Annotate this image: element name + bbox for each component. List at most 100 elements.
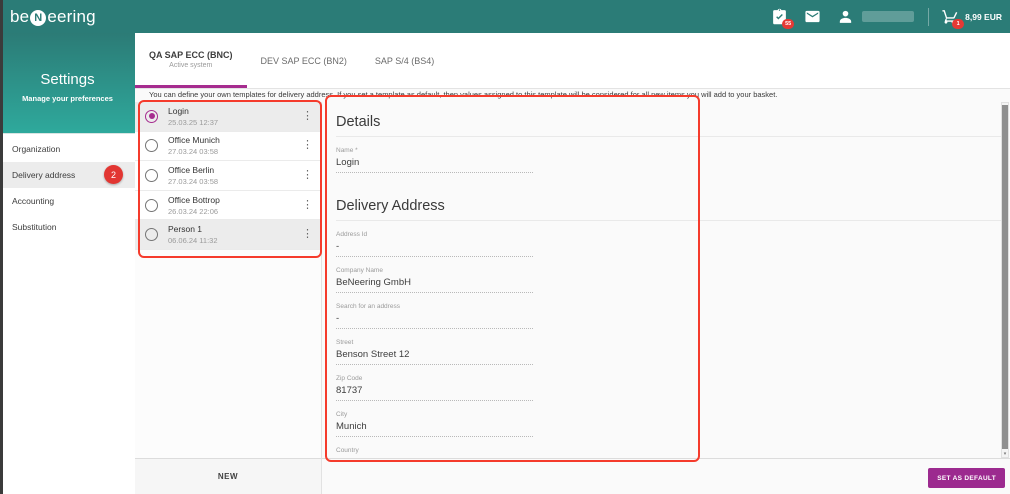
field-value-input[interactable]: - [336,238,533,257]
radio-button[interactable] [145,198,158,212]
tab-label: DEV SAP ECC (BN2) [260,55,347,66]
address-list-item[interactable]: Login 25.03.25 12:37 ⋮ [135,102,321,132]
scrollbar-down-arrow[interactable]: ▾ [1002,451,1008,457]
system-tab[interactable]: QA SAP ECC (BNC) Active system [135,33,247,88]
top-navigation-bar: be N eering 55 1 8,99 EUR [0,0,1010,33]
system-tab[interactable]: SAP S/4 (BS4) [361,33,448,88]
form-field: Country [336,447,533,458]
envelope-icon [805,10,820,23]
new-button[interactable]: NEW [212,471,244,482]
field-label: City [336,411,348,418]
details-section-title: Details [336,102,1001,137]
field-label: Country [336,447,359,454]
details-fields: Name * Login [336,147,1001,173]
address-date: 25.03.25 12:37 [168,117,219,127]
app-window: be N eering 55 1 8,99 EUR Settings Manag… [0,0,1010,494]
tasks-button[interactable]: 55 [771,8,795,29]
sidebar-item[interactable]: Organization [0,136,135,162]
more-options-icon[interactable]: ⋮ [302,169,313,181]
sidebar-item-label: Substitution [12,222,57,232]
window-left-edge [0,0,3,494]
page-title: Settings [40,71,95,88]
address-name: Person 1 [168,224,203,235]
radio-button[interactable] [145,168,158,182]
details-panel: Details Name * Login Delivery Address Ad… [323,102,1001,458]
list-actions: NEW [135,458,322,494]
more-options-icon[interactable]: ⋮ [302,140,313,151]
address-list-item[interactable]: Office Bottrop 26.03.24 22:06 ⋮ [135,190,321,221]
address-date: 06.06.24 11:32 [168,236,218,246]
field-value-input[interactable]: Benson Street 12 [336,346,533,365]
set-as-default-button[interactable]: SET AS DEFAULT [928,468,1005,488]
tab-sublabel: Active system [169,61,213,69]
address-date: 26.03.24 22:06 [168,206,219,216]
scrollbar-thumb[interactable] [1002,105,1008,449]
sidebar-item[interactable]: Substitution [0,214,135,240]
settings-header: Settings Manage your preferences [0,33,135,134]
field-label: Search for an address [336,303,400,310]
more-options-icon[interactable]: ⋮ [302,199,313,211]
more-options-icon[interactable]: ⋮ [302,229,313,240]
field-value-input[interactable]: Munich [336,418,533,437]
radio-button[interactable] [145,228,158,242]
form-field: Name * Login [336,147,533,173]
field-label: Company Name [336,267,383,274]
field-value-input[interactable]: Login [336,154,533,173]
address-name: Office Berlin [168,164,215,175]
form-field: Zip Code 81737 [336,375,533,401]
address-list-item[interactable]: Office Berlin 27.03.24 03:58 ⋮ [135,161,321,191]
form-field: Search for an address - [336,303,533,329]
cart-badge: 1 [952,19,965,29]
sidebar-item-label: Delivery address [12,170,76,180]
address-template-list: Login 25.03.25 12:37 ⋮ Office Munich 27.… [135,102,322,458]
page-subtitle: Manage your preferences [22,94,113,103]
cart-total[interactable]: 8,99 EUR [965,12,1002,22]
field-value-input[interactable]: BeNeering GmbH [336,274,533,293]
username-redacted [862,11,915,22]
system-tab[interactable]: DEV SAP ECC (BN2) [247,33,361,88]
topbar-actions: 55 1 8,99 EUR [755,7,1010,29]
account-button[interactable] [837,8,854,25]
address-name: Office Munich [168,135,220,146]
delivery-address-section-title: Delivery Address [336,186,1001,221]
messages-button[interactable] [804,8,821,25]
logo-text-post: eering [47,6,96,26]
radio-button[interactable] [145,109,158,123]
tab-label: QA SAP ECC (BNC) [149,49,233,60]
radio-button[interactable] [145,139,158,153]
settings-menu: Organization Delivery address Accounting… [0,136,135,240]
logo-text-pre: be [10,6,30,26]
more-options-icon[interactable]: ⋮ [302,110,313,122]
field-label: Street [336,339,354,346]
form-field: City Munich [336,411,533,437]
cart-button[interactable]: 1 [941,8,965,29]
delivery-address-fields: Address Id - Company Name BeNeering GmbH… [336,231,1001,458]
address-date: 27.03.24 03:58 [168,147,219,157]
sidebar-item-label: Organization [12,144,61,154]
tab-label: SAP S/4 (BS4) [374,55,435,66]
beneering-logo[interactable]: be N eering [10,7,96,27]
annotation-badge-2: 2 [104,165,123,184]
field-value-input[interactable]: - [336,310,533,329]
settings-sidebar: Settings Manage your preferences Organiz… [0,33,135,494]
sidebar-item[interactable]: Accounting [0,188,135,214]
system-tabs: QA SAP ECC (BNC) Active system DEV SAP E… [135,33,1010,89]
address-list-item[interactable]: Person 1 06.06.24 11:32 ⋮ [135,220,321,250]
details-actions: SET AS DEFAULT [322,458,1010,494]
form-field: Company Name BeNeering GmbH [336,267,533,293]
address-name: Office Bottrop [168,194,220,205]
field-label: Zip Code [336,375,363,382]
vertical-scrollbar[interactable]: ▾ [1001,102,1009,458]
field-label: Address Id [336,231,368,238]
bottom-action-bar: NEW SET AS DEFAULT [135,458,1010,494]
person-icon [839,10,852,23]
form-field: Street Benson Street 12 [336,339,533,365]
sidebar-item-label: Accounting [12,196,55,206]
form-field: Address Id - [336,231,533,257]
field-value-input[interactable]: 81737 [336,382,533,401]
address-name: Login [168,105,189,116]
topbar-divider [928,7,930,26]
tasks-badge: 55 [782,19,795,29]
address-list-item[interactable]: Office Munich 27.03.24 03:58 ⋮ [135,131,321,162]
field-label: Name * [336,147,358,154]
